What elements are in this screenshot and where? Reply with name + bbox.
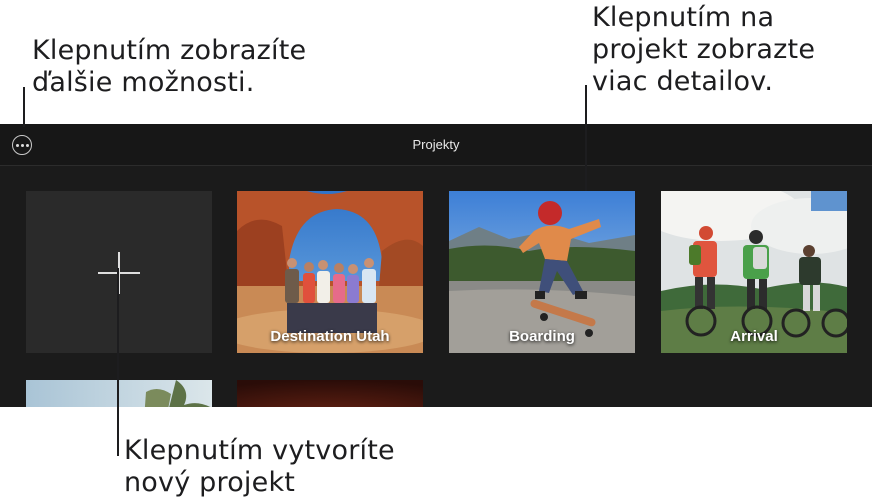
project-thumbnail bbox=[26, 380, 212, 407]
callout-leader-line bbox=[585, 85, 587, 191]
title-bar: Projekty bbox=[0, 124, 872, 166]
project-tile[interactable] bbox=[237, 380, 423, 407]
project-grid: Destination Utah Boarding Arrival bbox=[0, 166, 872, 407]
project-tile-arrival[interactable]: Arrival bbox=[661, 191, 847, 353]
project-tile-destination-utah[interactable]: Destination Utah bbox=[237, 191, 423, 353]
callout-project-details: Klepnutím na projekt zobrazte viac detai… bbox=[592, 2, 816, 97]
plus-icon-bar bbox=[98, 272, 140, 274]
project-tile-boarding[interactable]: Boarding bbox=[449, 191, 635, 353]
project-thumbnail bbox=[237, 380, 423, 407]
callout-more-options: Klepnutím zobrazíte ďalšie možnosti. bbox=[32, 35, 307, 98]
callout-leader-line bbox=[23, 87, 25, 127]
project-title: Destination Utah bbox=[270, 328, 390, 345]
callout-new-project: Klepnutím vytvoríte nový projekt bbox=[124, 435, 395, 498]
callout-leader-line bbox=[117, 268, 119, 456]
project-title: Arrival bbox=[730, 328, 778, 345]
page-title: Projekty bbox=[412, 137, 460, 152]
project-tile[interactable] bbox=[26, 380, 212, 407]
projects-browser: Projekty Destination Utah Boarding Arriv… bbox=[0, 124, 872, 407]
project-title: Boarding bbox=[509, 328, 575, 345]
new-project-button[interactable] bbox=[26, 191, 212, 353]
